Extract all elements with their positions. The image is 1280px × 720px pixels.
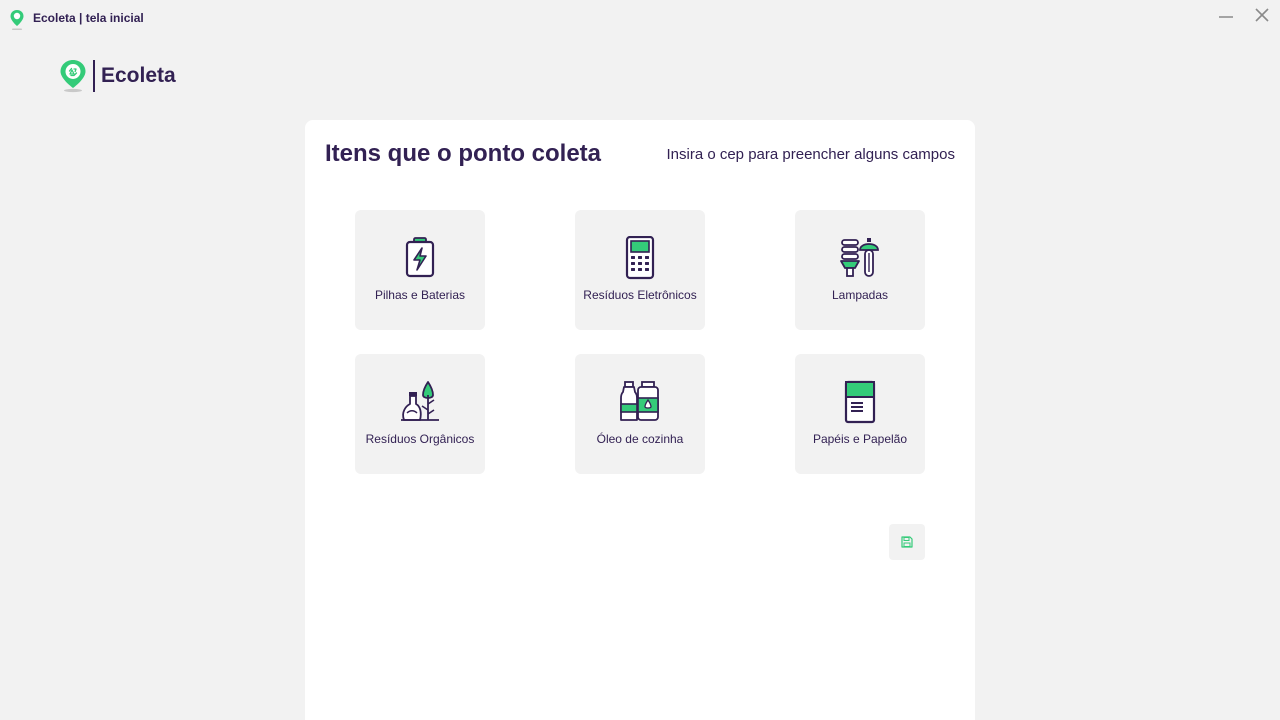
logo-text: Ecoleta xyxy=(101,64,176,87)
item-label: Lampadas xyxy=(831,288,889,302)
save-button[interactable] xyxy=(889,524,925,560)
paper-icon xyxy=(844,380,876,424)
item-label: Pilhas e Baterias xyxy=(374,288,466,302)
item-residuos-organicos[interactable]: Resíduos Orgânicos xyxy=(355,354,485,474)
item-lampadas[interactable]: Lampadas xyxy=(795,210,925,330)
lamps-icon xyxy=(840,238,879,277)
item-label: Resíduos Orgânicos xyxy=(365,432,475,446)
ecoleta-pin-icon xyxy=(10,10,24,30)
item-label: Resíduos Eletrônicos xyxy=(583,288,697,302)
item-pilhas-baterias[interactable]: Pilhas e Baterias xyxy=(355,210,485,330)
cep-hint: Insira o cep para preencher alguns campo… xyxy=(666,146,955,163)
app-window: Ecoleta | tela inicial Ecoleta Itens que… xyxy=(0,0,1280,720)
save-icon xyxy=(901,536,913,548)
battery-icon xyxy=(405,237,435,278)
logo-divider xyxy=(93,60,95,92)
minimize-button[interactable] xyxy=(1215,4,1237,26)
item-label: Papéis e Papelão xyxy=(812,432,908,446)
window-title: Ecoleta | tela inicial xyxy=(33,11,144,25)
title-bar: Ecoleta | tela inicial xyxy=(0,0,1280,34)
item-residuos-eletronicos[interactable]: Resíduos Eletrônicos xyxy=(575,210,705,330)
close-button[interactable] xyxy=(1251,4,1273,26)
ecoleta-logo: Ecoleta xyxy=(59,59,176,93)
minimize-icon xyxy=(1219,16,1233,18)
organic-waste-icon xyxy=(401,381,439,421)
item-oleo-cozinha[interactable]: Óleo de cozinha xyxy=(575,354,705,474)
collection-items-card: Itens que o ponto coleta Insira o cep pa… xyxy=(305,120,975,720)
electronics-icon xyxy=(625,236,655,280)
item-label: Óleo de cozinha xyxy=(596,432,684,446)
recycle-pin-icon xyxy=(60,60,86,93)
item-papeis-papelao[interactable]: Papéis e Papelão xyxy=(795,354,925,474)
page-title: Itens que o ponto coleta xyxy=(325,140,602,167)
cooking-oil-icon xyxy=(620,381,659,421)
close-icon xyxy=(1255,8,1269,22)
